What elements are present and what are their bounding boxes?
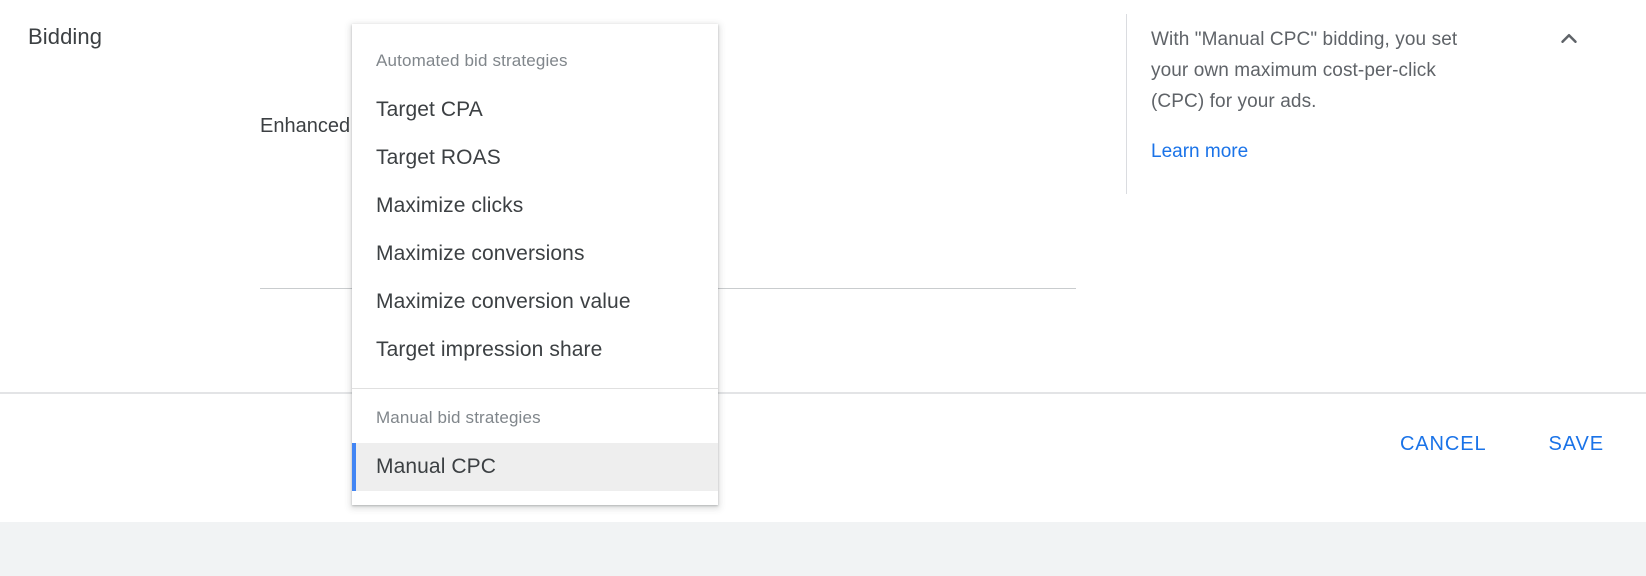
bid-strategy-dropdown[interactable]: Automated bid strategies Target CPA Target… xyxy=(352,24,718,505)
dropdown-item[interactable]: Maximize conversion value xyxy=(352,278,718,326)
info-panel-body: With "Manual CPC" bidding, you set your … xyxy=(1151,24,1461,165)
learn-more-link[interactable]: Learn more xyxy=(1151,139,1248,165)
footer-actions: CANCEL SAVE xyxy=(0,394,1646,494)
save-button[interactable]: SAVE xyxy=(1535,423,1618,466)
cancel-button[interactable]: CANCEL xyxy=(1386,423,1501,466)
dropdown-item[interactable]: Maximize conversions xyxy=(352,230,718,278)
bidding-settings-card: Bidding Enhanced CPC With "Manual CPC" b… xyxy=(0,0,1646,522)
chevron-up-icon[interactable] xyxy=(1548,18,1590,60)
dropdown-item[interactable]: Manual CPC xyxy=(352,443,718,491)
page-title: Bidding xyxy=(28,24,103,49)
dropdown-group-label: Automated bid strategies xyxy=(376,51,568,70)
info-panel-text: With "Manual CPC" bidding, you set your … xyxy=(1151,29,1458,112)
dropdown-item[interactable]: Target ROAS xyxy=(352,134,718,182)
dropdown-item[interactable]: Target CPA xyxy=(352,86,718,134)
info-panel-divider xyxy=(1126,14,1127,194)
dropdown-item[interactable]: Maximize clicks xyxy=(352,182,718,230)
dropdown-item[interactable]: Target impression share xyxy=(352,326,718,374)
page-background-area xyxy=(0,522,1646,576)
dropdown-group-label: Manual bid strategies xyxy=(376,408,541,427)
